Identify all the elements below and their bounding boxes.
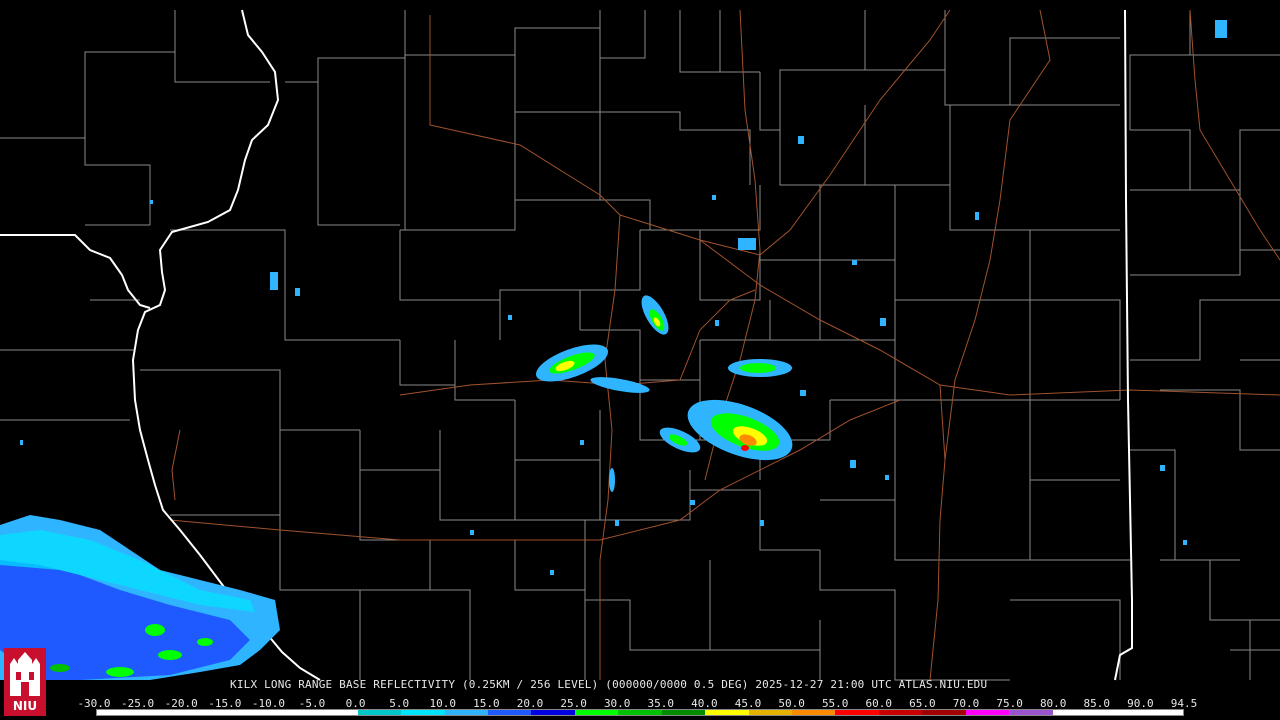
scale-segment: [878, 710, 923, 715]
logo-text: NIU: [4, 699, 46, 714]
highway-lines: [169, 9, 1280, 681]
color-scale-bar: [96, 709, 1184, 716]
scale-segment: [922, 710, 966, 715]
product-caption: KILX LONG RANGE BASE REFLECTIVITY (0.25K…: [230, 678, 988, 691]
scale-segment: [661, 710, 706, 715]
scale-segment: [965, 710, 1010, 715]
scale-segment: [531, 710, 575, 715]
scale-segment: [97, 710, 141, 715]
scale-segment: [835, 710, 879, 715]
scale-segment: [314, 710, 358, 715]
scale-segment: [227, 710, 271, 715]
scale-segment: [1139, 710, 1183, 715]
scale-segment: [792, 710, 836, 715]
scale-segment: [357, 710, 402, 715]
scale-segment: [270, 710, 315, 715]
scale-segment: [1096, 710, 1140, 715]
scale-segment: [487, 710, 532, 715]
scale-segment: [574, 710, 619, 715]
color-scale-labels: -30.0 -25.0 -20.0 -15.0 -10.0 -5.0 0.0 5.0 10.0 1…: [77, 697, 1197, 710]
radar-map: [0, 9, 1280, 681]
scale-segment: [1009, 710, 1053, 715]
scale-segment: [183, 710, 228, 715]
radar-echoes: [0, 20, 1227, 680]
scale-segment: [705, 710, 749, 715]
scale-segment: [1052, 710, 1097, 715]
scale-segment: [618, 710, 662, 715]
scale-segment: [140, 710, 184, 715]
scale-segment: [444, 710, 488, 715]
scale-segment: [401, 710, 445, 715]
scale-segment: [748, 710, 792, 715]
